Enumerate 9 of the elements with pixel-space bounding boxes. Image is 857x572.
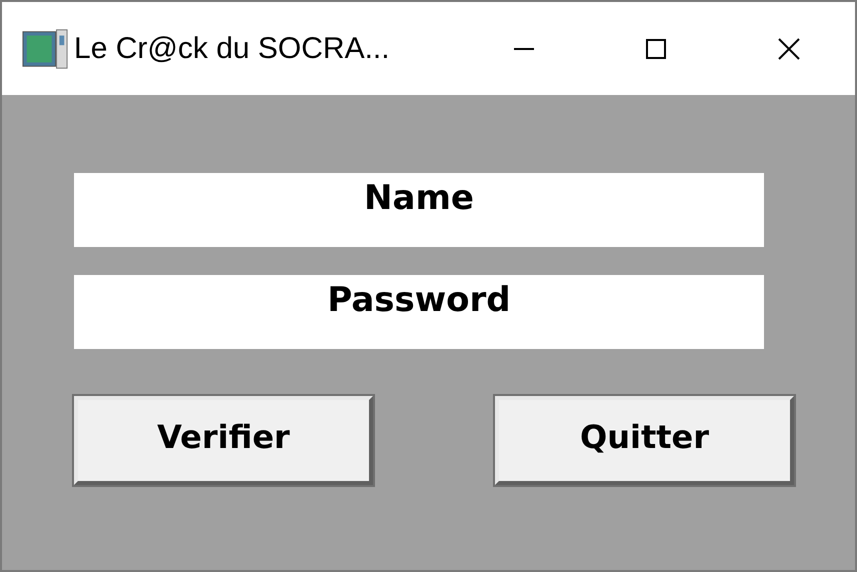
close-icon[interactable]: [778, 38, 800, 60]
verify-button[interactable]: Verifier: [74, 396, 373, 485]
maximize-icon[interactable]: [646, 38, 666, 58]
quit-button[interactable]: Quitter: [495, 396, 794, 485]
password-field[interactable]: Password: [74, 275, 764, 349]
app-icon: [22, 26, 68, 70]
name-field[interactable]: Name: [74, 173, 764, 247]
window-title: Le Cr@ck du SOCRA...: [74, 32, 391, 66]
minimize-icon[interactable]: [514, 48, 534, 50]
